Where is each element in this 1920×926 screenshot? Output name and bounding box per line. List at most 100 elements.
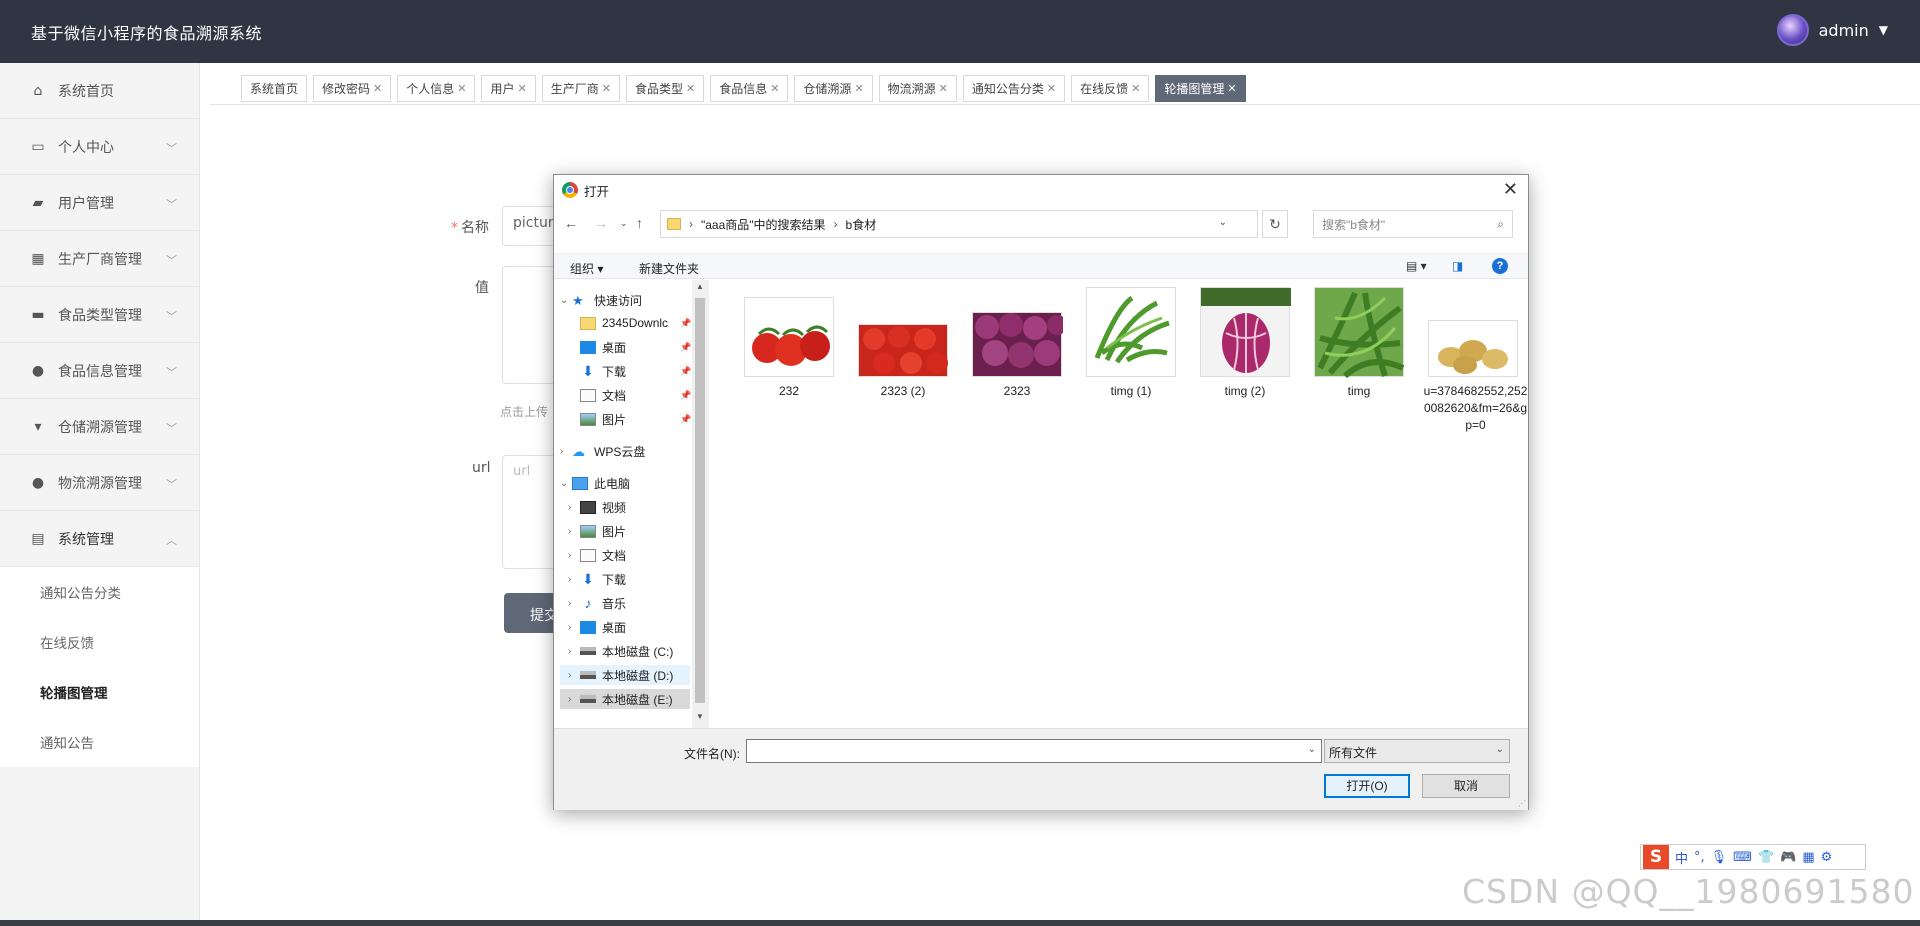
microphone-icon[interactable]: 🎙	[1711, 850, 1728, 865]
skin-icon[interactable]: 👕	[1758, 850, 1774, 865]
tree-item-drive-d[interactable]: › 本地磁盘 (D:)	[560, 665, 690, 685]
file-thumbnail-timg-2[interactable]	[1200, 287, 1291, 377]
back-arrow-icon[interactable]: ←	[564, 215, 578, 231]
chevron-right-icon[interactable]: ›	[560, 446, 572, 457]
file-thumbnail-2323[interactable]	[972, 312, 1067, 377]
filetype-select[interactable]: 所有文件 ⌄	[1324, 739, 1510, 763]
scroll-up-icon[interactable]: ▲	[696, 282, 704, 291]
tab-personal-info[interactable]: 个人信息 ✕	[397, 75, 476, 102]
chevron-right-icon[interactable]: ›	[568, 646, 580, 657]
chevron-down-icon[interactable]: ⌄	[1308, 744, 1316, 755]
resize-grip-icon[interactable]: ⋰	[1518, 799, 1526, 808]
file-thumbnail-potatoes[interactable]	[1428, 320, 1518, 377]
chevron-down-icon[interactable]: ⌄	[560, 295, 572, 306]
tree-this-pc[interactable]: ⌄ 此电脑	[560, 473, 630, 493]
file-name[interactable]: 2323	[967, 383, 1067, 400]
tree-item-pc-pictures[interactable]: › 图片	[568, 521, 626, 541]
close-icon[interactable]: ✕	[686, 82, 695, 95]
forward-arrow-icon[interactable]: →	[594, 215, 608, 231]
sogou-logo-icon[interactable]: S	[1643, 845, 1669, 869]
chevron-right-icon[interactable]: ›	[568, 694, 580, 705]
tree-wps-cloud[interactable]: › ☁ WPS云盘	[560, 441, 645, 461]
breadcrumb-search-results[interactable]: "aaa商品"中的搜索结果	[701, 216, 826, 233]
chevron-down-icon[interactable]: ⌄	[1496, 744, 1504, 755]
search-input[interactable]: 搜索"b食材" ⌕	[1313, 210, 1513, 238]
new-folder-button[interactable]: 新建文件夹	[639, 260, 699, 277]
tree-item-pc-documents[interactable]: › 文档	[568, 545, 626, 565]
tab-change-password[interactable]: 修改密码 ✕	[313, 75, 392, 102]
file-name[interactable]: 2323 (2)	[853, 383, 953, 400]
sub-item-notice[interactable]: 通知公告	[0, 717, 199, 767]
chevron-right-icon[interactable]: ›	[568, 670, 580, 681]
sub-item-notice-category[interactable]: 通知公告分类	[0, 567, 199, 617]
close-icon[interactable]: ✕	[518, 82, 527, 95]
tree-item-pc-downloads[interactable]: › ⬇ 下载	[568, 569, 626, 589]
file-name[interactable]: timg (2)	[1195, 383, 1295, 400]
ime-mode[interactable]: 中	[1675, 848, 1688, 867]
file-name[interactable]: timg	[1309, 383, 1409, 400]
sidebar-item-home[interactable]: ⌂ 系统首页	[0, 63, 199, 119]
apps-icon[interactable]: ▦	[1802, 850, 1814, 865]
sidebar-item-storage[interactable]: ▾ 仓储溯源管理 ﹀	[0, 399, 199, 455]
close-icon[interactable]: ✕	[1503, 179, 1518, 200]
up-arrow-icon[interactable]: ↑	[636, 215, 643, 231]
breadcrumb-folder[interactable]: b食材	[846, 216, 877, 233]
file-thumbnail-232[interactable]	[744, 297, 834, 377]
tree-item-pc-desktop[interactable]: › 桌面	[568, 617, 626, 637]
chevron-right-icon[interactable]: ›	[568, 502, 580, 513]
user-menu[interactable]: admin ▼	[1776, 14, 1888, 46]
chevron-right-icon[interactable]: ›	[568, 574, 580, 585]
tab-food-type[interactable]: 食品类型 ✕	[625, 75, 705, 102]
chevron-right-icon[interactable]: ›	[568, 622, 580, 633]
file-name[interactable]: 232	[739, 383, 839, 400]
tree-item-music[interactable]: › ♪ 音乐	[568, 593, 626, 613]
file-thumbnail-timg-1[interactable]	[1086, 287, 1176, 377]
help-icon[interactable]: ?	[1492, 258, 1508, 274]
address-bar[interactable]: › "aaa商品"中的搜索结果 › b食材 ⌄	[660, 210, 1258, 238]
sidebar-item-system[interactable]: ▤ 系统管理 ︿	[0, 511, 199, 567]
close-icon[interactable]: ✕	[1227, 82, 1236, 95]
tree-quick-access[interactable]: ⌄ ★ 快速访问	[560, 290, 642, 310]
chevron-down-icon[interactable]: ⌄	[560, 478, 572, 489]
gamepad-icon[interactable]: 🎮	[1780, 850, 1796, 865]
close-icon[interactable]: ✕	[770, 82, 779, 95]
file-thumbnail-2323-2[interactable]	[858, 324, 948, 377]
chevron-right-icon[interactable]: ›	[568, 550, 580, 561]
tab-manufacturer[interactable]: 生产厂商 ✕	[541, 75, 620, 102]
close-icon[interactable]: ✕	[854, 82, 863, 95]
close-icon[interactable]: ✕	[457, 82, 466, 95]
tree-scrollbar[interactable]: ▲ ▼	[692, 280, 708, 728]
file-name[interactable]: timg (1)	[1081, 383, 1181, 400]
tab-logistics[interactable]: 物流溯源 ✕	[878, 75, 957, 102]
close-icon[interactable]: ✕	[939, 82, 948, 95]
user-name[interactable]: admin	[1819, 21, 1869, 40]
punctuation-icon[interactable]: °,	[1694, 850, 1705, 865]
chevron-right-icon[interactable]: ›	[568, 526, 580, 537]
tab-feedback[interactable]: 在线反馈 ✕	[1071, 75, 1150, 102]
tab-carousel[interactable]: 轮播图管理 ✕	[1155, 75, 1246, 102]
tree-item-pictures[interactable]: 图片 📌	[580, 409, 691, 429]
sidebar-item-food-type[interactable]: ▬ 食品类型管理 ﹀	[0, 287, 199, 343]
preview-pane-icon[interactable]: ◨	[1452, 259, 1463, 273]
caret-down-icon[interactable]: ▼	[1879, 23, 1888, 37]
file-name[interactable]: u=3784682552,2520082620&fm=26&gp=0	[1423, 383, 1528, 434]
recent-dropdown-icon[interactable]: ⌄	[620, 218, 628, 229]
open-button[interactable]: 打开(O)	[1324, 774, 1410, 798]
cancel-button[interactable]: 取消	[1422, 774, 1510, 798]
tab-user[interactable]: 用户 ✕	[481, 75, 536, 102]
tree-item-documents[interactable]: 文档 📌	[580, 385, 691, 405]
sidebar-item-profile[interactable]: ▭ 个人中心 ﹀	[0, 119, 199, 175]
view-options-icon[interactable]: ▤ ▾	[1406, 259, 1427, 273]
tab-food-info[interactable]: 食品信息 ✕	[710, 75, 789, 102]
tree-item-drive-c[interactable]: › 本地磁盘 (C:)	[568, 641, 673, 661]
chevron-right-icon[interactable]: ›	[568, 598, 580, 609]
sidebar-item-food-info[interactable]: ● 食品信息管理 ﹀	[0, 343, 199, 399]
close-icon[interactable]: ✕	[1047, 82, 1056, 95]
tab-notice-category[interactable]: 通知公告分类 ✕	[962, 75, 1066, 102]
refresh-icon[interactable]: ↻	[1262, 210, 1288, 238]
chevron-down-icon[interactable]: ⌄	[1219, 217, 1227, 228]
tab-home[interactable]: 系统首页	[241, 75, 308, 102]
sub-item-carousel[interactable]: 轮播图管理	[0, 667, 199, 717]
sidebar-item-users[interactable]: ▰ 用户管理 ﹀	[0, 175, 199, 231]
scroll-thumb[interactable]	[695, 298, 705, 703]
